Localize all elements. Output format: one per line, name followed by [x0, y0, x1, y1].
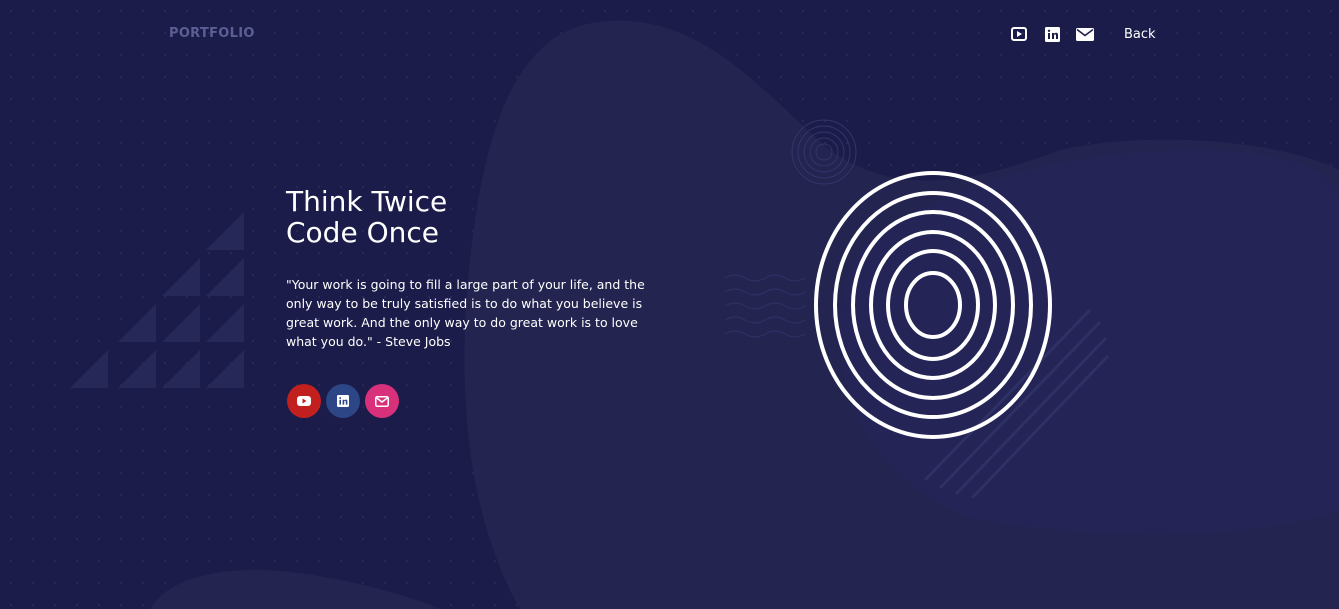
triangle-pattern [70, 212, 244, 388]
youtube-icon[interactable] [1008, 24, 1030, 44]
email-button[interactable] [365, 384, 399, 418]
background-decoration [70, 20, 1339, 609]
hero-quote: "Your work is going to fill a large part… [286, 277, 645, 349]
linkedin-icon[interactable] [1041, 24, 1063, 44]
concentric-rings-illustration [814, 171, 1052, 439]
email-icon [375, 395, 389, 407]
linkedin-button[interactable] [326, 384, 360, 418]
header-nav: Back [1008, 24, 1156, 44]
social-links [287, 384, 404, 418]
background-blob-bottom [150, 569, 440, 609]
youtube-button[interactable] [287, 384, 321, 418]
portfolio-page: PORTFOLIO Back Think Twice Code Once "Yo… [0, 0, 1339, 609]
youtube-icon [297, 396, 311, 406]
hero-title: Think Twice Code Once [286, 186, 447, 248]
email-icon[interactable] [1074, 24, 1096, 44]
brand-logo[interactable]: PORTFOLIO [169, 26, 255, 41]
linkedin-icon [337, 395, 349, 407]
hero-title-line-2: Code Once [286, 216, 439, 249]
hero-title-line-1: Think Twice [286, 185, 448, 218]
back-link[interactable]: Back [1124, 27, 1156, 42]
